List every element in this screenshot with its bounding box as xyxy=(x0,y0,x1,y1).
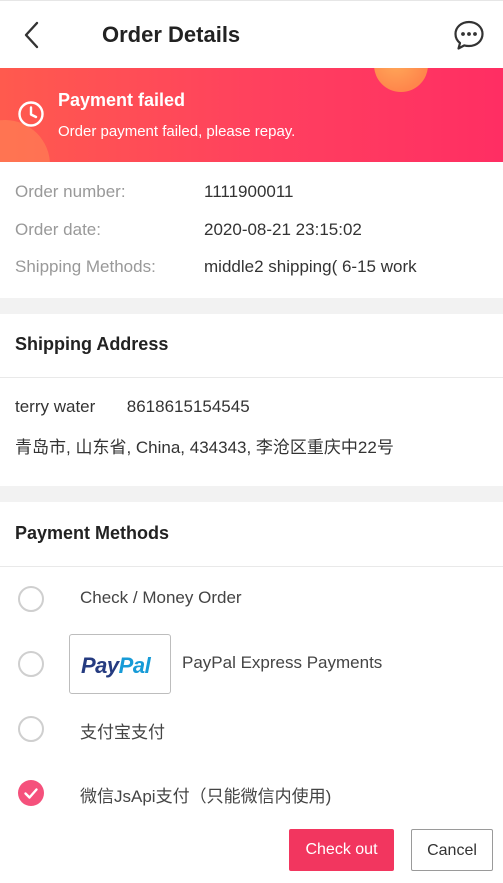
shipping-method-label: Shipping Methods: xyxy=(15,257,156,276)
order-info-section: Order number: 1111900011 Order date: 202… xyxy=(0,162,503,298)
shipping-method-value: middle2 shipping( 6-15 work xyxy=(204,257,417,276)
payment-option-alipay[interactable]: 支付宝支付 xyxy=(0,703,503,753)
cancel-button[interactable]: Cancel xyxy=(411,829,493,871)
recipient-phone: 8618615154545 xyxy=(126,397,250,416)
chat-bubble-icon xyxy=(454,20,484,50)
radio-button[interactable] xyxy=(18,651,44,677)
payment-option-label: 支付宝支付 xyxy=(80,723,165,742)
recipient-line: terry water 8618615154545 xyxy=(15,397,250,417)
order-number-label: Order number: xyxy=(15,182,126,201)
radio-button-checked[interactable] xyxy=(18,780,44,806)
checkout-button[interactable]: Check out xyxy=(289,829,394,871)
order-number-value: 1111900011 xyxy=(204,182,294,201)
address-line: 青岛市, 山东省, China, 434343, 李沧区重庆中22号 xyxy=(15,438,394,457)
divider xyxy=(0,377,503,378)
order-date-value: 2020-08-21 23:15:02 xyxy=(204,220,362,239)
payment-methods-title: Payment Methods xyxy=(15,523,170,543)
payment-option-label: 微信JsApi支付（只能微信内使用) xyxy=(80,787,332,806)
paypal-logo: PayPal xyxy=(69,634,171,694)
decorative-circle xyxy=(374,68,428,92)
order-date-label: Order date: xyxy=(15,220,101,239)
chat-button[interactable] xyxy=(452,18,486,52)
status-message: Order payment failed, please repay. xyxy=(58,123,296,140)
section-separator xyxy=(0,298,503,314)
recipient-name: terry water xyxy=(15,397,96,416)
payment-option-label: Check / Money Order xyxy=(80,588,242,607)
payment-option-wechat-jsapi[interactable]: 微信JsApi支付（只能微信内使用) xyxy=(0,767,503,817)
status-title: Payment failed xyxy=(58,90,186,110)
back-button[interactable] xyxy=(18,19,48,51)
payment-option-label: PayPal Express Payments xyxy=(182,653,383,672)
clock-icon xyxy=(18,101,44,127)
radio-button[interactable] xyxy=(18,586,44,612)
header-bar: Order Details xyxy=(0,0,503,68)
section-separator xyxy=(0,486,503,502)
page-title: Order Details xyxy=(102,22,241,47)
paypal-wordmark: PayPal xyxy=(81,653,151,678)
checkmark-icon xyxy=(24,788,38,799)
payment-status-banner: Payment failed Order payment failed, ple… xyxy=(0,68,503,162)
chevron-left-icon xyxy=(24,21,39,49)
shipping-address-title: Shipping Address xyxy=(15,334,169,354)
divider xyxy=(0,566,503,567)
radio-button[interactable] xyxy=(18,716,44,742)
payment-option-check-money-order[interactable]: Check / Money Order xyxy=(0,574,503,624)
